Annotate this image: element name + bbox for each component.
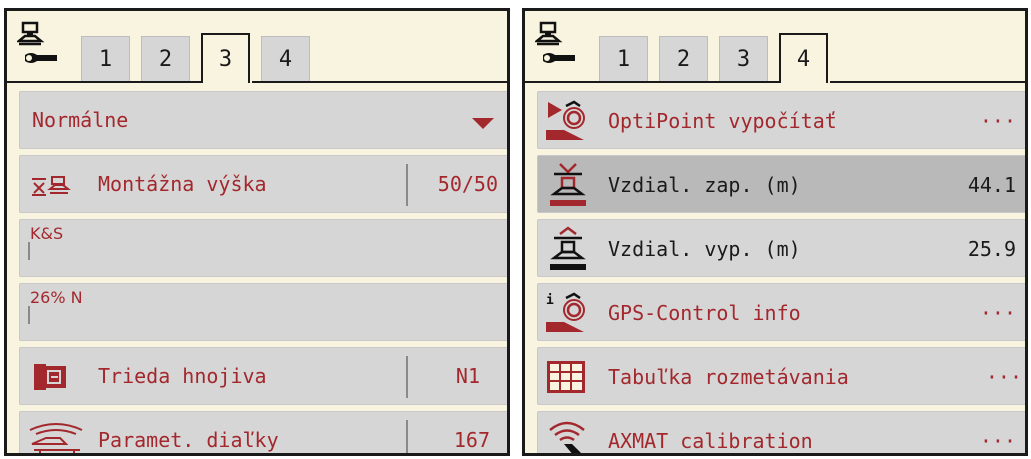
row-value: 44.1	[967, 173, 1016, 197]
tab-3[interactable]: 3	[201, 33, 250, 83]
remote-param-row[interactable]: Paramet. diaľky 167	[19, 411, 507, 453]
row-label: Tabuľka rozmetávania	[608, 365, 849, 389]
distance-off-row[interactable]: Vzdial. vyp. (m) 25.9	[537, 219, 1025, 277]
row-divider	[406, 164, 408, 206]
settings-panel-left: 1 2 3 4 Normálne Montážna výška 50/50 K&…	[4, 8, 510, 456]
axmat-calibration-icon	[549, 421, 585, 453]
row-label: GPS-Control info	[608, 301, 801, 325]
row-label: Vzdial. zap. (m)	[608, 173, 801, 197]
tab-underline	[7, 81, 203, 83]
row-value: ···	[979, 109, 1016, 133]
gps-info-icon: i	[546, 292, 585, 332]
row-divider	[406, 420, 408, 453]
tab-3[interactable]: 3	[719, 36, 768, 81]
tab-bar: 1 2 3 4	[7, 11, 507, 83]
row-label: AXMAT calibration	[608, 429, 813, 453]
row-value: ···	[985, 365, 1022, 389]
row-divider	[406, 356, 408, 398]
axmat-calibration-row[interactable]: AXMAT calibration ···	[537, 411, 1025, 453]
row-value: 167	[453, 428, 490, 452]
settings-panel-right: 1 2 3 4 OptiPoint vypočítať ··· Vzdial. …	[522, 8, 1028, 456]
row-label: 26% N	[30, 288, 83, 307]
row-label: Paramet. diaľky	[98, 428, 279, 452]
row-label: Vzdial. vyp. (m)	[608, 237, 801, 261]
fertilizer-class-icon	[34, 364, 66, 390]
tab-underline	[830, 81, 1025, 83]
row-value: ···	[979, 301, 1016, 325]
tab-underline	[252, 81, 507, 83]
row-label: OptiPoint vypočítať	[608, 109, 837, 133]
svg-text:i: i	[546, 293, 554, 308]
row-value: N1	[455, 364, 480, 388]
tab-2[interactable]: 2	[659, 36, 708, 81]
mode-dropdown[interactable]: Normálne	[19, 91, 507, 149]
distance-off-icon	[550, 226, 586, 270]
row-divider	[28, 242, 30, 260]
mounting-height-row[interactable]: Montážna výška 50/50	[19, 155, 507, 213]
tab-2[interactable]: 2	[141, 36, 190, 81]
spread-table-row[interactable]: Tabuľka rozmetávania ···	[537, 347, 1025, 405]
fertilizer-composition-row[interactable]: 26% N	[19, 283, 507, 341]
tab-underline	[525, 81, 781, 83]
row-label: Montážna výška	[98, 172, 267, 196]
row-label: Trieda hnojiva	[98, 364, 267, 388]
tab-4[interactable]: 4	[779, 33, 828, 83]
row-label: K&S	[30, 224, 64, 243]
dropdown-value: Normálne	[32, 108, 129, 132]
row-divider	[28, 306, 30, 324]
spreader-wrench-icon	[17, 21, 57, 63]
tab-bar: 1 2 3 4	[525, 11, 1025, 83]
row-value: ···	[979, 429, 1016, 453]
mounting-height-icon	[32, 176, 71, 196]
distance-on-icon	[550, 163, 586, 206]
tab-4[interactable]: 4	[261, 36, 310, 81]
optipoint-icon	[546, 100, 585, 140]
remote-param-icon	[29, 423, 83, 453]
row-value: 25.9	[967, 237, 1016, 261]
tab-1[interactable]: 1	[81, 36, 130, 81]
fertilizer-class-row[interactable]: Trieda hnojiva N1	[19, 347, 507, 405]
chevron-down-icon	[472, 118, 494, 129]
gps-info-row[interactable]: i GPS-Control info ···	[537, 283, 1025, 341]
distance-on-row[interactable]: Vzdial. zap. (m) 44.1	[537, 155, 1025, 213]
spread-table-icon	[547, 361, 585, 393]
spreader-wrench-icon	[535, 21, 575, 63]
fertilizer-name-row[interactable]: K&S	[19, 219, 507, 277]
tab-1[interactable]: 1	[599, 36, 648, 81]
optipoint-row[interactable]: OptiPoint vypočítať ···	[537, 91, 1025, 149]
row-value: 50/50	[437, 172, 498, 196]
